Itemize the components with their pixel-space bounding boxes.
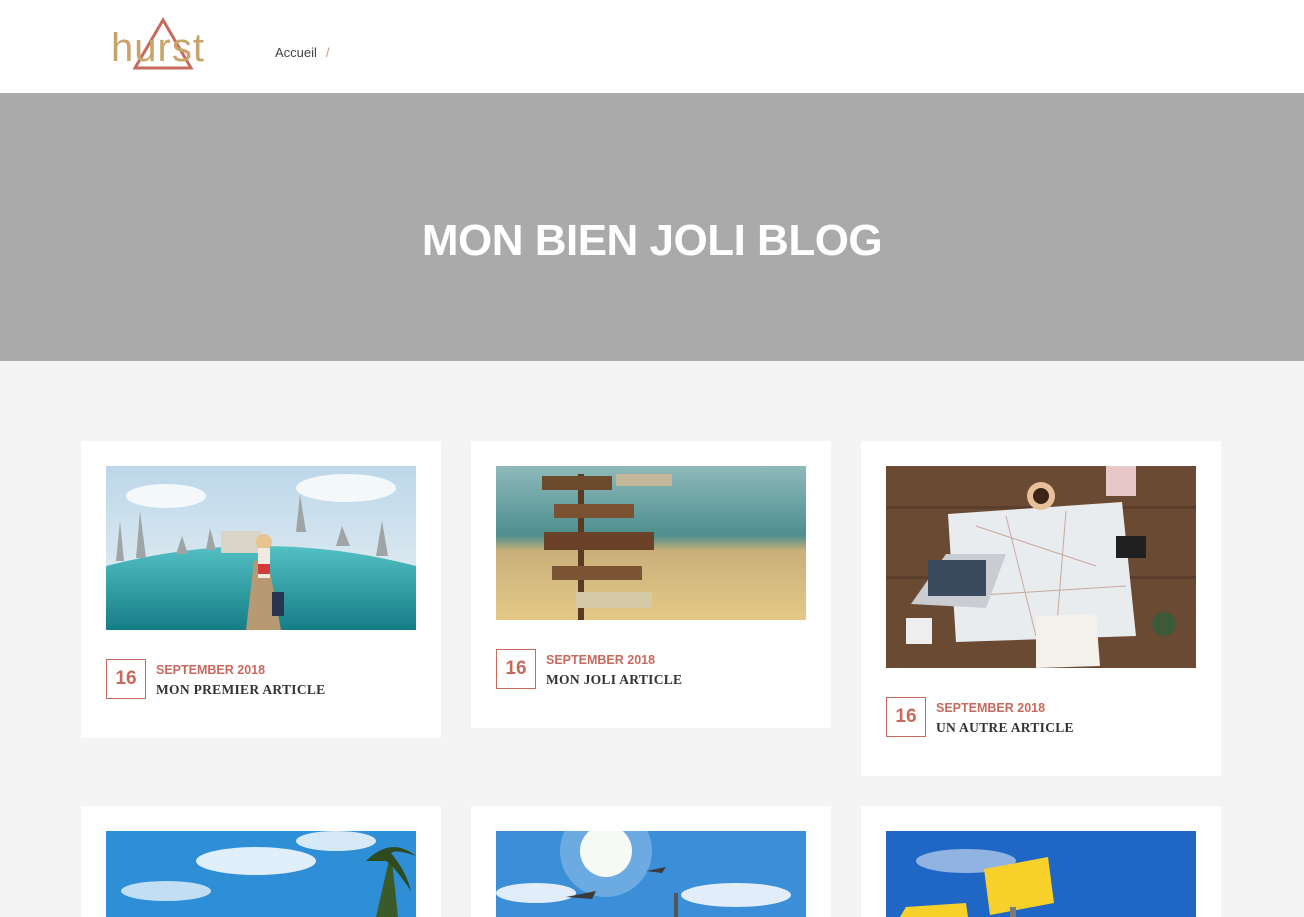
post-card[interactable]: 16 SEPTEMBER 2018 MON PREMIER ARTICLE [81,441,441,738]
post-thumbnail[interactable] [886,831,1196,917]
breadcrumb-separator: / [325,45,330,60]
new-zealand-sign-image [886,831,1196,917]
page-title: MON BIEN JOLI BLOG [421,216,883,265]
map-laptop-desk-image [886,466,1196,668]
post-day-badge: 16 [496,649,536,689]
post-thumbnail[interactable] [106,831,416,917]
post-card[interactable]: 16 SEPTEMBER 2018 UN AUTRE ARTICLE [861,441,1221,776]
palm-beach-sky-image [106,831,416,917]
post-day-badge: 16 [106,659,146,699]
post-thumbnail[interactable] [496,466,806,620]
post-date: SEPTEMBER 2018 [156,663,266,677]
post-date: SEPTEMBER 2018 [936,701,1046,715]
post-thumbnail[interactable] [496,831,806,917]
post-thumbnail[interactable] [886,466,1196,668]
post-title-link[interactable]: UN AUTRE ARTICLE [936,720,1074,736]
post-date: SEPTEMBER 2018 [546,653,656,667]
travel-woman-landmarks-image [106,466,416,630]
signpost-beach-image [496,466,806,620]
site-logo[interactable]: hurst [108,14,218,74]
logo-text: hurst [111,26,205,70]
post-card[interactable]: 16 SEPTEMBER 2018 MON JOLI ARTICLE [471,441,831,728]
post-day-badge: 16 [886,697,926,737]
site-header: hurst Accueil / [0,0,1304,93]
breadcrumb: Accueil / [275,45,330,60]
post-card[interactable] [471,806,831,917]
post-thumbnail[interactable] [106,466,416,630]
sun-plane-sky-image [496,831,806,917]
hero-banner: MON BIEN JOLI BLOG [0,93,1304,361]
breadcrumb-home-link[interactable]: Accueil [275,45,317,60]
post-title-link[interactable]: MON PREMIER ARTICLE [156,682,326,698]
post-title-link[interactable]: MON JOLI ARTICLE [546,672,682,688]
post-card[interactable] [81,806,441,917]
post-card[interactable] [861,806,1221,917]
